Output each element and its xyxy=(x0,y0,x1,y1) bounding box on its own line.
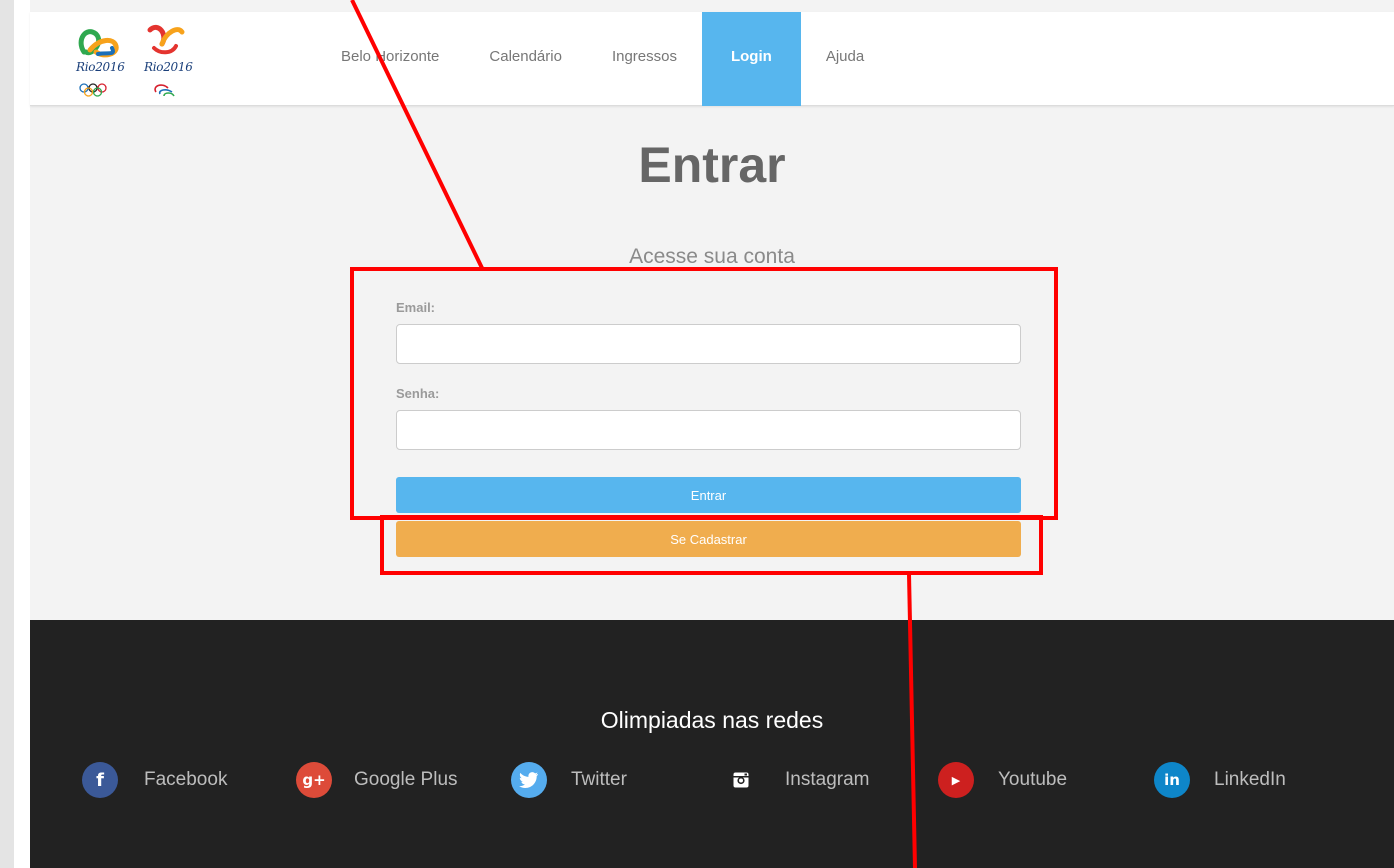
footer-title: Olimpiadas nas redes xyxy=(600,707,824,733)
nav-ajuda[interactable]: Ajuda xyxy=(801,12,889,106)
social-google-plus[interactable]: g+ Google Plus xyxy=(296,760,458,800)
register-button[interactable]: Se Cadastrar xyxy=(396,521,1021,557)
social-label-twitter: Twitter xyxy=(571,769,627,790)
page-title: Entrar xyxy=(638,137,786,193)
login-submit-button[interactable]: Entrar xyxy=(396,477,1021,513)
social-facebook[interactable]: f Facebook xyxy=(82,760,227,800)
main-nav: Belo Horizonte Calendário Ingressos Logi… xyxy=(316,12,889,106)
paralympic-emblem-icon xyxy=(147,24,185,97)
twitter-icon xyxy=(511,762,547,798)
social-youtube[interactable]: ▶ Youtube xyxy=(938,760,1067,800)
password-label: Senha: xyxy=(396,386,440,401)
nav-belo-horizonte[interactable]: Belo Horizonte xyxy=(316,12,464,106)
social-label-google-plus: Google Plus xyxy=(354,769,458,790)
login-form: Email: Senha: xyxy=(396,300,1021,450)
page: Rio2016 Rio2016 Belo Horizonte Calendári… xyxy=(30,0,1394,868)
social-label-facebook: Facebook xyxy=(144,769,228,790)
linkedin-icon: in xyxy=(1154,762,1190,798)
nav-login[interactable]: Login xyxy=(701,12,801,106)
olympic-wordmark: Rio2016 xyxy=(76,60,125,74)
site-footer: Olimpiadas nas redes f Facebook g+ Googl… xyxy=(30,620,1394,868)
google-plus-icon: g+ xyxy=(296,762,332,798)
youtube-icon: ▶ xyxy=(938,762,974,798)
social-instagram[interactable]: Instagram xyxy=(730,760,869,800)
page-subtitle: Acesse sua conta xyxy=(629,245,795,268)
social-linkedin[interactable]: in LinkedIn xyxy=(1154,760,1286,800)
password-input[interactable] xyxy=(396,410,1021,450)
nav-calendario[interactable]: Calendário xyxy=(464,12,587,106)
social-label-instagram: Instagram xyxy=(785,769,870,790)
social-label-youtube: Youtube xyxy=(998,769,1068,790)
instagram-icon xyxy=(730,769,752,791)
site-header: Rio2016 Rio2016 Belo Horizonte Calendári… xyxy=(30,12,1394,106)
email-input[interactable] xyxy=(396,324,1021,364)
social-twitter[interactable]: Twitter xyxy=(511,760,627,800)
social-label-linkedin: LinkedIn xyxy=(1214,769,1286,790)
paralympic-wordmark: Rio2016 xyxy=(144,60,193,74)
email-label: Email: xyxy=(396,300,436,315)
olympic-emblem-icon xyxy=(78,29,119,97)
nav-ingressos[interactable]: Ingressos xyxy=(587,12,702,106)
rio2016-paralympic-logo[interactable]: Rio2016 xyxy=(142,12,218,106)
facebook-icon: f xyxy=(82,762,118,798)
rio2016-olympic-logo[interactable]: Rio2016 xyxy=(74,12,150,106)
left-gutter xyxy=(0,0,14,868)
